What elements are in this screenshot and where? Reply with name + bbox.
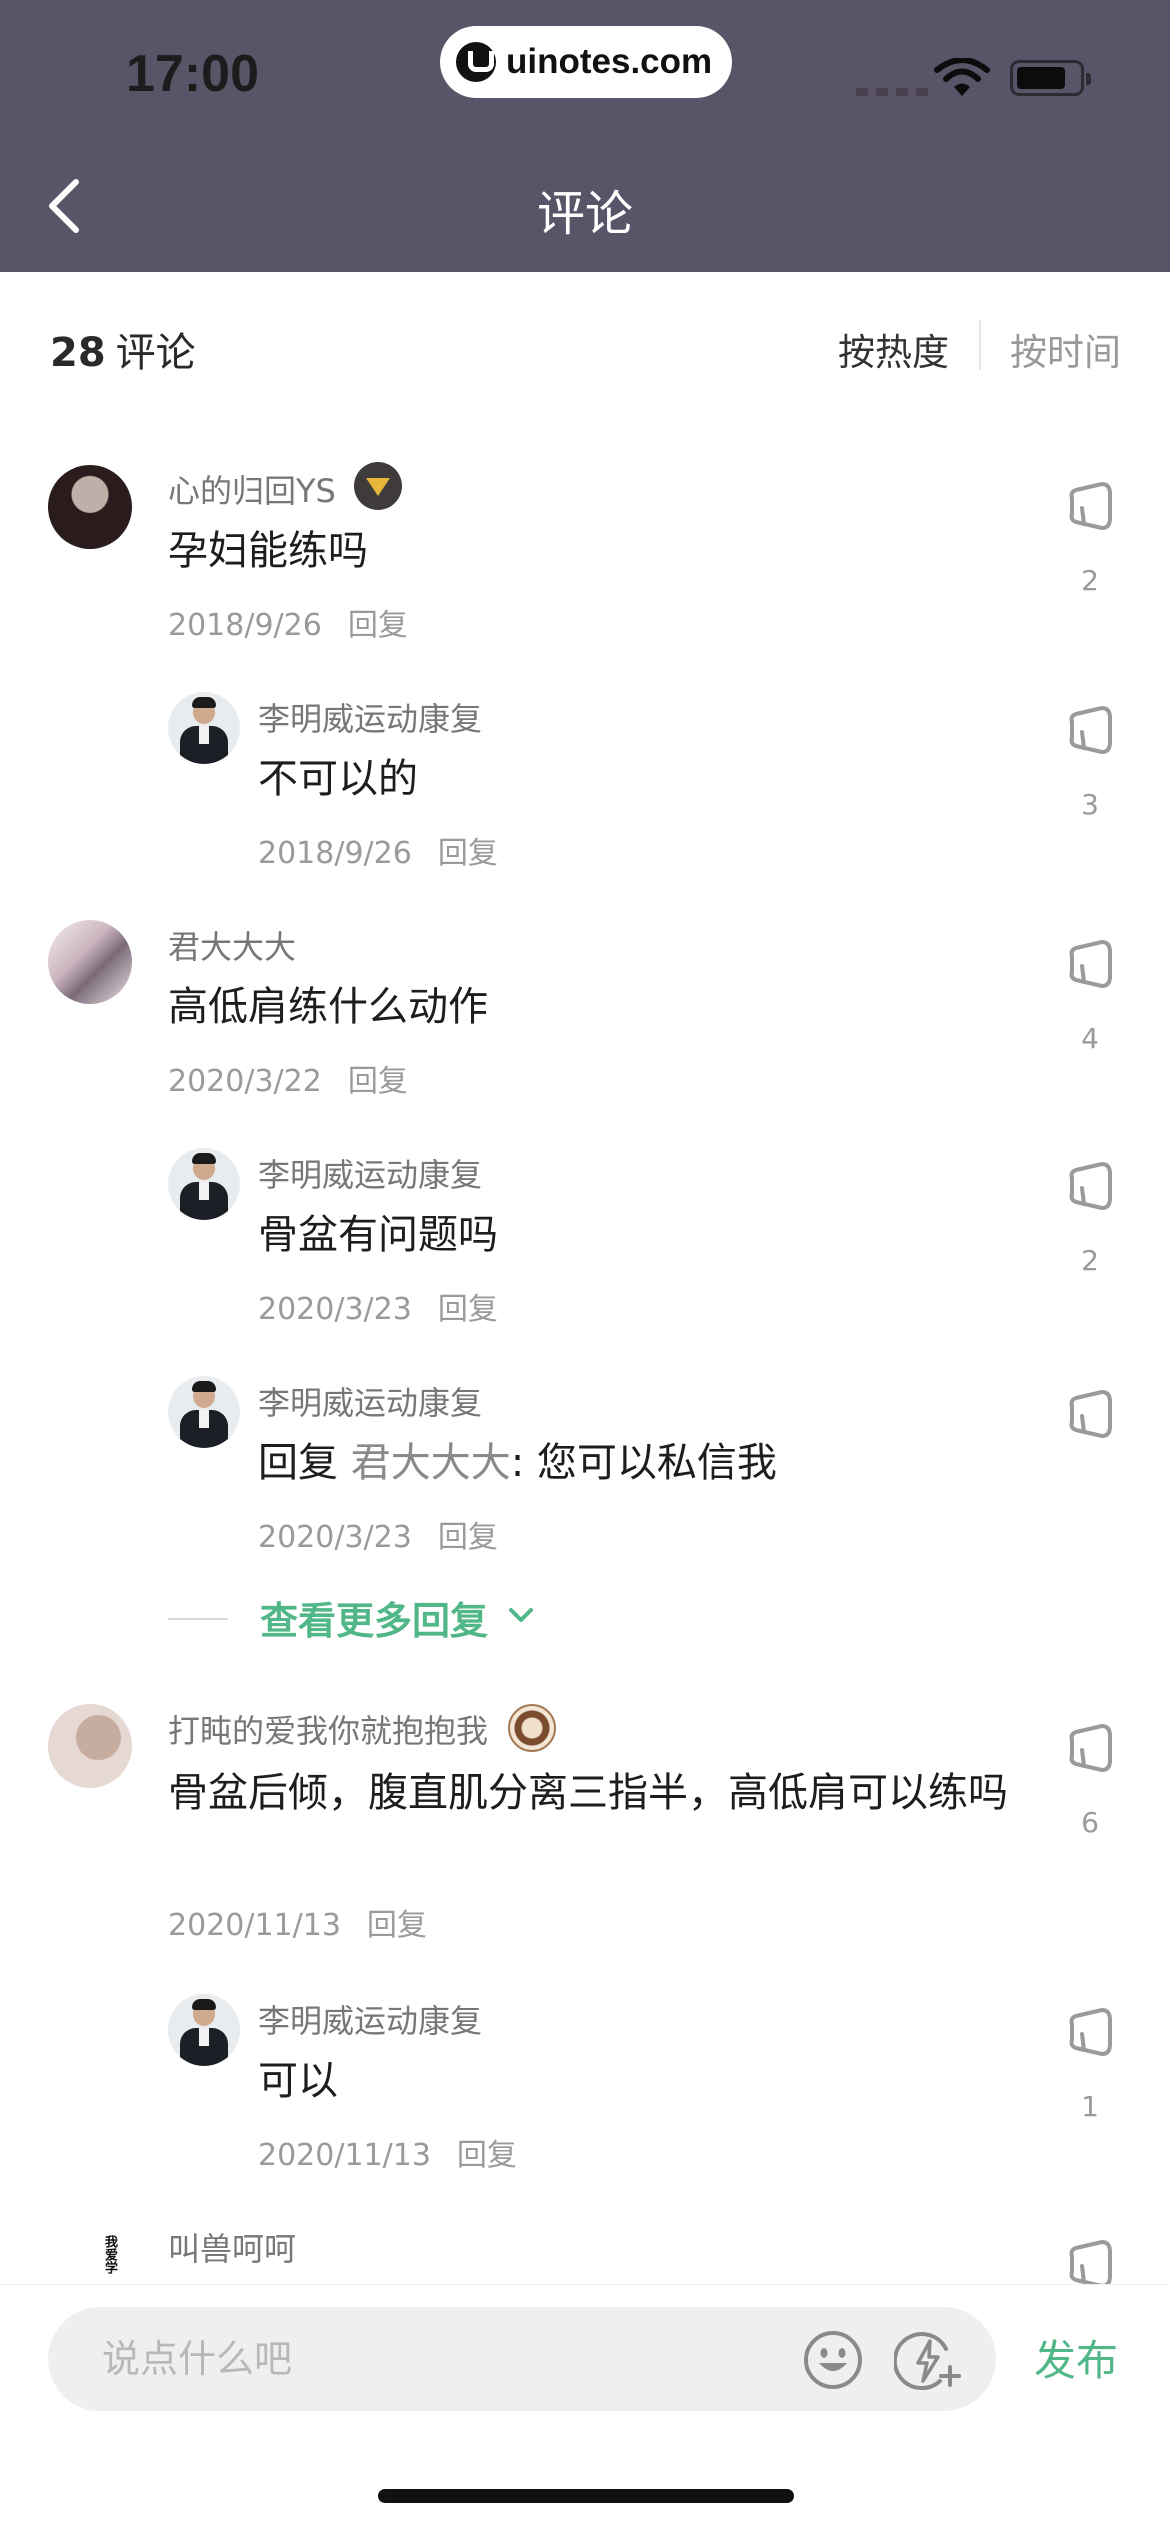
comment-meta: 2020/3/22 回复 <box>168 1056 408 1100</box>
reply-button[interactable]: 回复 <box>367 1908 427 1943</box>
vip-badge-icon <box>354 462 402 510</box>
comment-meta: 2020/11/13 回复 <box>258 2130 517 2174</box>
reply-button[interactable]: 回复 <box>457 2138 517 2173</box>
comment-count-number: 28 <box>50 330 106 376</box>
comment-username[interactable]: 李明威运动康复 <box>258 1996 482 2042</box>
emoji-icon[interactable] <box>800 2327 866 2393</box>
comment-username[interactable]: 李明威运动康复 <box>258 1150 482 1196</box>
sort-divider <box>979 320 981 370</box>
comment-text: 高低肩练什么动作 <box>168 984 488 1030</box>
like-count: 2 <box>1081 1244 1099 1277</box>
avatar[interactable] <box>48 1704 132 1788</box>
reply-button[interactable]: 回复 <box>348 1064 408 1099</box>
comment-text: 骨盆有问题吗 <box>258 1212 498 1258</box>
like-icon[interactable] <box>1062 478 1118 534</box>
comment-username[interactable]: 君大大大 <box>168 922 296 968</box>
comment-count-label: 评论 <box>115 330 196 376</box>
like-count: 4 <box>1081 1022 1099 1055</box>
wifi-icon <box>934 58 990 96</box>
comment-meta: 2020/3/23 回复 <box>258 1512 498 1556</box>
comment-username[interactable]: 叫兽呵呵 <box>168 2224 296 2270</box>
home-indicator <box>378 2489 794 2503</box>
level-badge-icon <box>508 1704 556 1752</box>
chevron-down-icon <box>509 1608 533 1622</box>
more-replies-label: 查看更多回复 <box>260 1599 489 1643</box>
comment-meta: 2020/3/23 回复 <box>258 1284 498 1328</box>
avatar[interactable] <box>48 920 132 1004</box>
avatar[interactable] <box>168 692 240 764</box>
like-icon[interactable] <box>1062 702 1118 758</box>
sort-by-time-button[interactable]: 按时间 <box>1010 322 1121 376</box>
url-text: uinotes.com <box>506 42 713 81</box>
comment-meta: 2020/11/13 回复 <box>168 1900 427 1944</box>
uinotes-logo-icon <box>456 42 496 82</box>
view-more-replies-button[interactable]: 查看更多回复 <box>168 1590 668 1650</box>
nav-header: 17:00 uinotes.com 评论 <box>0 0 1170 272</box>
like-icon[interactable] <box>1062 1386 1118 1442</box>
url-badge: uinotes.com <box>440 26 732 98</box>
avatar[interactable]: 我爱学 <box>58 2222 118 2284</box>
comment-username[interactable]: 李明威运动康复 <box>258 1378 482 1424</box>
comment-date: 2018/9/26 <box>168 608 322 643</box>
comment-date: 2020/11/13 <box>258 2138 431 2173</box>
comment-input-container <box>48 2307 996 2411</box>
comment-meta: 2018/9/26 回复 <box>258 828 498 872</box>
status-time: 17:00 <box>126 45 259 103</box>
battery-icon <box>1010 60 1091 96</box>
reply-text: : 您可以私信我 <box>510 1440 777 1486</box>
flash-add-icon[interactable] <box>894 2327 964 2393</box>
reply-button[interactable]: 回复 <box>438 1520 498 1555</box>
comment-date: 2018/9/26 <box>258 836 412 871</box>
like-count: 1 <box>1081 2090 1099 2123</box>
mention-link[interactable]: 君大大大 <box>351 1440 511 1486</box>
reply-button[interactable]: 回复 <box>348 608 408 643</box>
like-count: 3 <box>1081 788 1099 821</box>
publish-button[interactable]: 发布 <box>1034 2327 1118 2388</box>
comment-date: 2020/3/22 <box>168 1064 322 1099</box>
comment-text: 回复 君大大大: 您可以私信我 <box>258 1434 777 1492</box>
avatar[interactable] <box>168 1148 240 1220</box>
comment-text: 骨盆后倾，腹直肌分离三指半，高低肩可以练吗 <box>168 1770 1008 1816</box>
comment-text: 不可以的 <box>258 756 418 802</box>
signal-icon <box>856 88 928 96</box>
comment-meta: 2018/9/26 回复 <box>168 600 408 644</box>
avatar[interactable] <box>168 1994 240 2066</box>
comment-date: 2020/3/23 <box>258 1292 412 1327</box>
like-icon[interactable] <box>1062 1158 1118 1214</box>
comment-text: 可以 <box>258 2058 338 2104</box>
like-icon[interactable] <box>1062 936 1118 992</box>
comment-text: 孕妇能练吗 <box>168 528 368 574</box>
comment-input[interactable] <box>100 2333 740 2385</box>
more-replies-divider <box>168 1618 228 1620</box>
comment-date: 2020/3/23 <box>258 1520 412 1555</box>
comment-summary-row: 28 评论 按热度 按时间 <box>0 300 1170 390</box>
comment-input-bar: 发布 <box>0 2284 1170 2532</box>
reply-button[interactable]: 回复 <box>438 1292 498 1327</box>
reply-prefix: 回复 <box>258 1440 351 1486</box>
avatar[interactable] <box>48 465 132 549</box>
comment-username[interactable]: 心的归回YS <box>168 466 336 512</box>
reply-button[interactable]: 回复 <box>438 836 498 871</box>
like-count: 6 <box>1081 1806 1099 1839</box>
like-count: 2 <box>1081 564 1099 597</box>
like-icon[interactable] <box>1062 1720 1118 1776</box>
comment-username[interactable]: 打盹的爱我你就抱抱我 <box>168 1706 488 1752</box>
comment-count: 28 评论 <box>50 320 196 378</box>
comment-username[interactable]: 李明威运动康复 <box>258 694 482 740</box>
like-icon[interactable] <box>1062 2004 1118 2060</box>
sort-by-hot-button[interactable]: 按热度 <box>838 322 949 376</box>
comment-date: 2020/11/13 <box>168 1908 341 1943</box>
avatar[interactable] <box>168 1376 240 1448</box>
page-title: 评论 <box>536 186 633 242</box>
